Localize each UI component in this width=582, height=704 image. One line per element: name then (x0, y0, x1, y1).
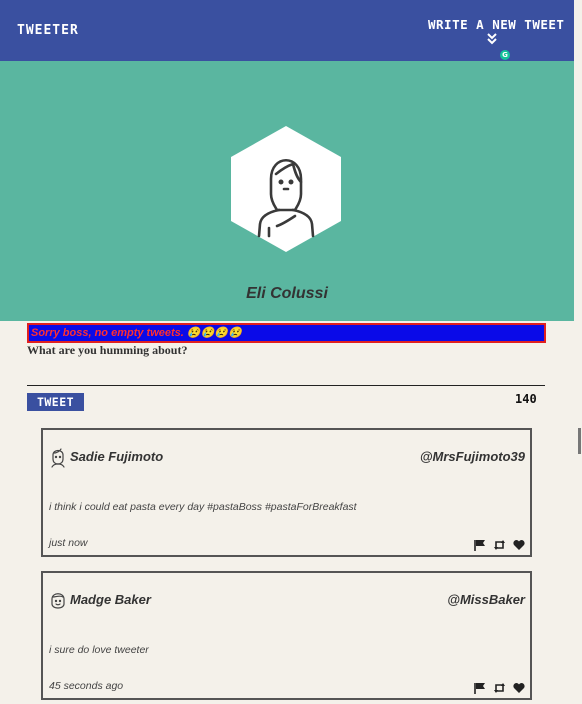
tweet-author-handle: @MissBaker (447, 592, 525, 607)
scrollbar-thumb[interactable] (578, 428, 581, 454)
retweet-icon[interactable] (493, 679, 506, 698)
tweet-actions (472, 536, 525, 551)
tweet-timestamp: just now (49, 537, 88, 549)
profile-header: Eli Colussi (0, 61, 574, 321)
tweet-timestamp: 45 seconds ago (49, 680, 124, 692)
tweet-text: i sure do love tweeter (49, 644, 149, 656)
brand-logo[interactable]: TWEETER (17, 23, 79, 38)
tweet-text: i think i could eat pasta every day #pas… (49, 501, 357, 513)
divider (27, 385, 545, 386)
profile-name: Eli Colussi (246, 285, 328, 302)
profile-avatar (231, 126, 341, 252)
tweet-input-prompt[interactable]: What are you humming about? (27, 343, 187, 358)
user-avatar-icon (51, 593, 65, 609)
heart-icon[interactable] (513, 536, 525, 555)
grammar-extension-icon[interactable]: G (500, 50, 510, 60)
tweet-card: Madge Baker @MissBaker i sure do love tw… (41, 571, 532, 700)
tweet-author-name: Sadie Fujimoto (70, 449, 164, 464)
user-avatar-icon (51, 448, 65, 468)
retweet-icon[interactable] (493, 536, 506, 555)
flag-icon[interactable] (474, 679, 486, 698)
flag-icon[interactable] (474, 536, 486, 555)
top-nav: TWEETER WRITE A NEW TWEET G (0, 0, 574, 61)
tweet-card: Sadie Fujimoto @MrsFujimoto39 i think i … (41, 428, 532, 557)
tweet-submit-button[interactable]: TWEET (27, 393, 84, 411)
tweet-author-name: Madge Baker (70, 592, 151, 607)
write-new-tweet-button[interactable]: WRITE A NEW TWEET (428, 17, 564, 32)
empty-tweet-error: Sorry boss, no empty tweets. 😢😢😢😢 (27, 323, 546, 343)
double-chevron-down-icon[interactable] (486, 33, 498, 45)
heart-icon[interactable] (513, 679, 525, 698)
character-counter: 140 (515, 392, 537, 406)
tweet-author-handle: @MrsFujimoto39 (419, 449, 525, 464)
tweet-actions (472, 679, 525, 694)
